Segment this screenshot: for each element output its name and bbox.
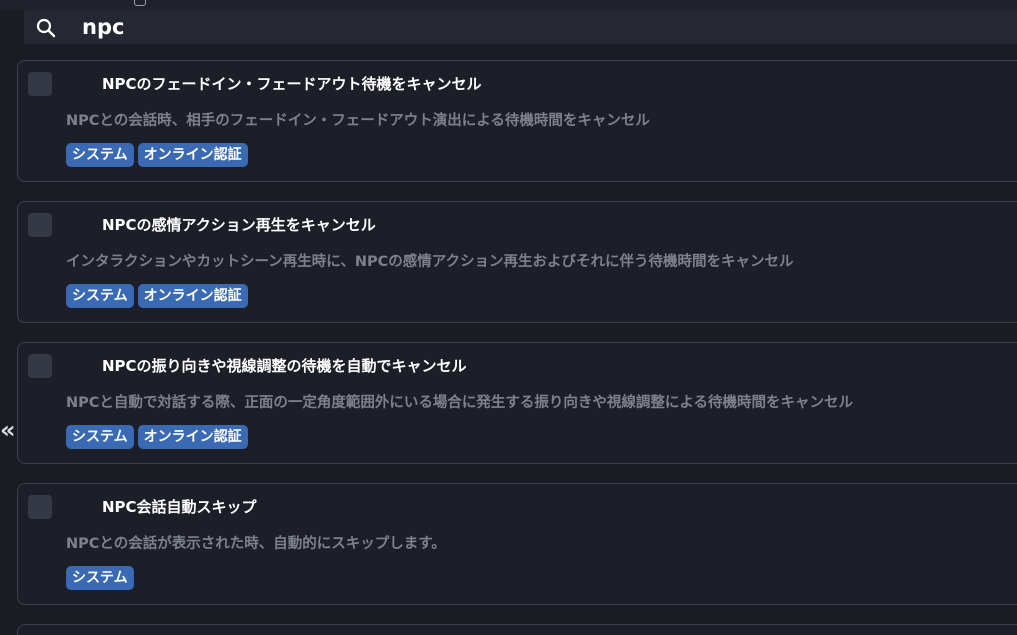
tag-list: システム bbox=[66, 566, 134, 590]
search-input[interactable] bbox=[82, 10, 982, 44]
top-strip bbox=[0, 0, 1017, 10]
collapse-sidebar-icon[interactable]: « bbox=[0, 418, 16, 442]
select-checkbox[interactable] bbox=[28, 213, 52, 237]
result-card[interactable]: NPCのフェードイン・フェードアウト待機をキャンセル NPCとの会話時、相手のフ… bbox=[17, 60, 1017, 182]
card-description: NPCとの会話時、相手のフェードイン・フェードアウト演出による待機時間をキャンセ… bbox=[66, 113, 650, 129]
tag-list: システム オンライン認証 bbox=[66, 425, 248, 449]
tag-badge: オンライン認証 bbox=[137, 143, 248, 167]
tag-badge: システム bbox=[66, 143, 134, 167]
search-icon bbox=[36, 18, 56, 38]
search-bar bbox=[24, 10, 1017, 44]
select-checkbox[interactable] bbox=[28, 495, 52, 519]
result-card-partial[interactable] bbox=[17, 624, 1017, 635]
card-title: NPC会話自動スキップ bbox=[102, 498, 257, 516]
tag-list: システム オンライン認証 bbox=[66, 284, 248, 308]
card-description: インタラクションやカットシーン再生時に、NPCの感情アクション再生およびそれに伴… bbox=[66, 254, 794, 270]
tag-badge: システム bbox=[66, 425, 134, 449]
card-description: NPCと自動で対話する際、正面の一定角度範囲外にいる場合に発生する振り向きや視線… bbox=[66, 395, 853, 411]
result-card[interactable]: NPCの振り向きや視線調整の待機を自動でキャンセル NPCと自動で対話する際、正… bbox=[17, 342, 1017, 464]
select-checkbox[interactable] bbox=[28, 72, 52, 96]
result-card[interactable]: NPC会話自動スキップ NPCとの会話が表示された時、自動的にスキップします。 … bbox=[17, 483, 1017, 605]
card-title: NPCのフェードイン・フェードアウト待機をキャンセル bbox=[102, 75, 482, 93]
window-icon[interactable] bbox=[134, 0, 146, 6]
card-title: NPCの振り向きや視線調整の待機を自動でキャンセル bbox=[102, 357, 467, 375]
tag-badge: システム bbox=[66, 566, 134, 590]
tag-list: システム オンライン認証 bbox=[66, 143, 248, 167]
card-description: NPCとの会話が表示された時、自動的にスキップします。 bbox=[66, 536, 446, 552]
card-title: NPCの感情アクション再生をキャンセル bbox=[102, 216, 376, 234]
tag-badge: システム bbox=[66, 284, 134, 308]
app-window: « NPCのフェードイン・フェードアウト待機をキャンセル NPCとの会話時、相手… bbox=[0, 0, 1017, 635]
result-card[interactable]: NPCの感情アクション再生をキャンセル インタラクションやカットシーン再生時に、… bbox=[17, 201, 1017, 323]
select-checkbox[interactable] bbox=[28, 354, 52, 378]
tag-badge: オンライン認証 bbox=[137, 425, 248, 449]
tag-badge: オンライン認証 bbox=[137, 284, 248, 308]
